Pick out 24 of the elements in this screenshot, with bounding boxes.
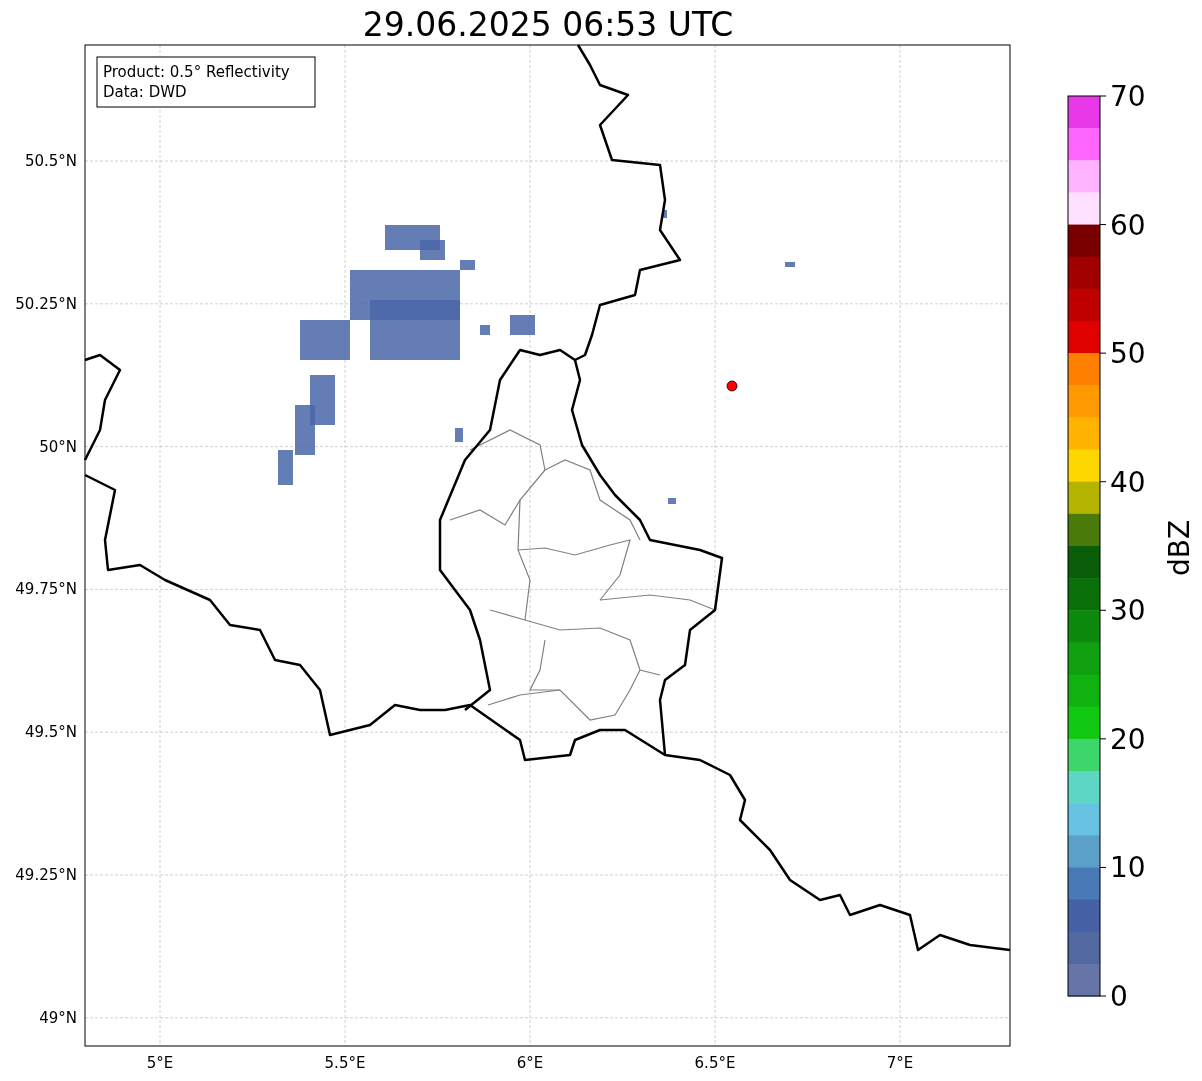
colorbar-tick-label: 40 xyxy=(1110,465,1146,499)
longitude-label: 6°E xyxy=(516,1054,544,1072)
longitude-label: 7°E xyxy=(886,1054,914,1072)
latitude-label: 49°N xyxy=(39,1008,77,1027)
colorbar-tick-label: 20 xyxy=(1110,722,1146,756)
colorbar-tick-label: 60 xyxy=(1110,208,1146,242)
colorbar-label: dBZ xyxy=(1163,519,1196,577)
latitude-label: 49.25°N xyxy=(15,866,77,884)
latitude-label: 50.5°N xyxy=(24,152,77,170)
colorbar-tick-label: 70 xyxy=(1110,80,1146,113)
latitude-label: 50°N xyxy=(39,437,77,456)
longitude-label: 5°E xyxy=(146,1054,174,1072)
colorbar-tick-label: 30 xyxy=(1110,594,1146,628)
latitude-label: 50.25°N xyxy=(15,294,77,313)
colorbar-tick-label: 50 xyxy=(1110,337,1146,371)
radar-site-marker xyxy=(726,380,738,392)
latitude-label: 49.5°N xyxy=(24,723,77,742)
longitude-label: 6.5°E xyxy=(694,1054,736,1072)
latitude-label: 49.75°N xyxy=(15,580,77,599)
info-box: Product: 0.5° Reflectivity Data: DWD xyxy=(96,56,316,108)
colorbar-tick-label: 0 xyxy=(1110,980,1128,1013)
colorbar-tick-label: 10 xyxy=(1110,851,1146,885)
chart-title: 29.06.2025 06:53 UTC xyxy=(362,5,734,44)
longitude-label: 5.5°E xyxy=(324,1054,366,1072)
